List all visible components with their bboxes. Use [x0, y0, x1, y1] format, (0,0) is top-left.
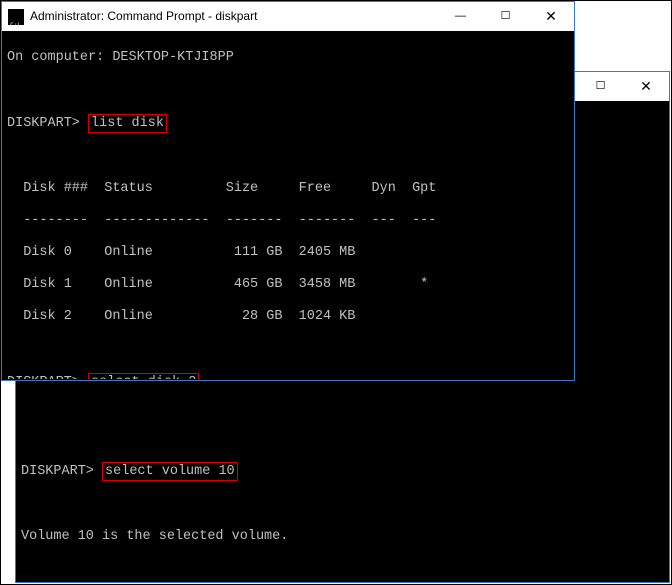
disk-table-header: Disk ### Status Size Free Dyn Gpt: [7, 181, 569, 197]
cmd-icon: [8, 9, 24, 25]
disk-row-1: Disk 1 Online 465 GB 3458 MB *: [7, 277, 569, 293]
diskpart-prompt: DISKPART>: [21, 464, 94, 479]
output-computer: On computer: DESKTOP-KTJI8PP: [7, 50, 569, 66]
maximize-button[interactable]: ☐: [483, 2, 528, 31]
disk-row-0: Disk 0 Online 111 GB 2405 MB: [7, 245, 569, 261]
blank-line: [21, 561, 664, 577]
cmd-list-disk: list disk: [88, 114, 167, 133]
blank-line: [7, 341, 569, 357]
close-icon: ✕: [545, 2, 557, 31]
terminal-front[interactable]: On computer: DESKTOP-KTJI8PP DISKPART> l…: [3, 32, 573, 379]
close-button[interactable]: ✕: [528, 2, 574, 31]
output-selected-volume: Volume 10 is the selected volume.: [21, 529, 664, 545]
diskpart-prompt: DISKPART>: [7, 116, 80, 131]
cmd-select-disk: select disk 2: [88, 373, 199, 379]
maximize-icon: ☐: [596, 72, 606, 101]
disk-table-rule: -------- ------------- ------- ------- -…: [7, 213, 569, 229]
blank-line: [7, 149, 569, 165]
diskpart-prompt: DISKPART>: [7, 375, 80, 379]
cmd-window-front: Administrator: Command Prompt - diskpart…: [1, 1, 575, 381]
disk-row-2: Disk 2 Online 28 GB 1024 KB: [7, 309, 569, 325]
maximize-button[interactable]: ☐: [578, 72, 623, 101]
minimize-icon: —: [455, 2, 466, 31]
titlebar-front[interactable]: Administrator: Command Prompt - diskpart…: [2, 2, 574, 31]
cmd-select-volume: select volume 10: [102, 462, 238, 481]
close-icon: ✕: [640, 72, 652, 101]
maximize-icon: ☐: [501, 2, 511, 31]
blank-line: [21, 497, 664, 513]
minimize-button[interactable]: —: [438, 2, 483, 31]
window-title-front: Administrator: Command Prompt - diskpart: [30, 2, 438, 31]
blank-line: [7, 82, 569, 98]
close-button[interactable]: ✕: [623, 72, 669, 101]
